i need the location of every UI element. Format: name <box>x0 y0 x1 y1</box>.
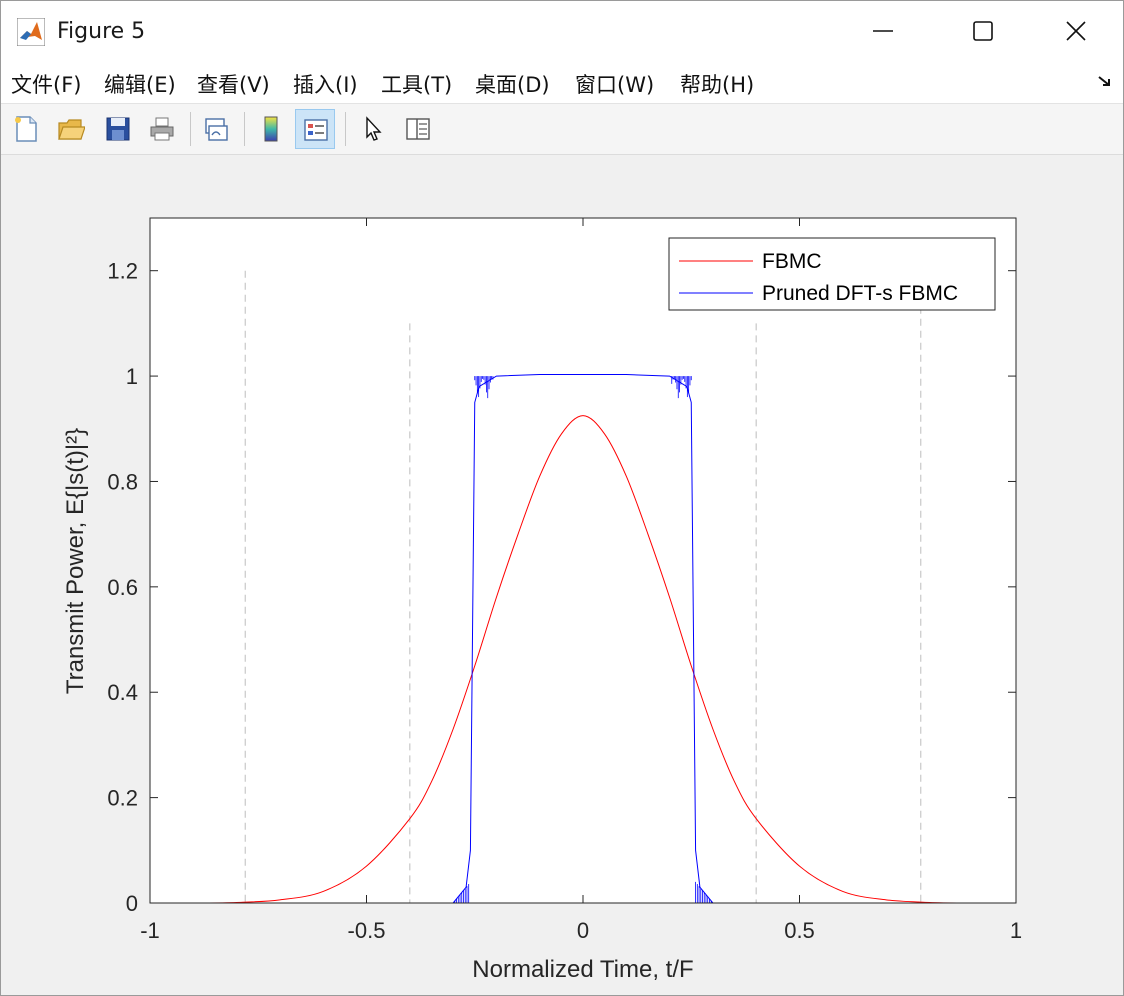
save-button[interactable] <box>98 109 138 149</box>
colorbar-icon <box>264 116 278 142</box>
dock-arrow-icon[interactable] <box>1097 73 1113 89</box>
edit-plot-button[interactable] <box>353 109 393 149</box>
y-tick-label: 0.8 <box>107 469 138 494</box>
new-file-icon <box>15 116 37 142</box>
toolbar-separator <box>345 112 346 146</box>
close-button[interactable] <box>1044 1 1108 61</box>
y-tick-label: 0.6 <box>107 575 138 600</box>
new-figure-button[interactable] <box>6 109 46 149</box>
minimize-button[interactable] <box>851 1 915 61</box>
close-icon <box>1066 21 1086 41</box>
open-file-button[interactable] <box>51 109 91 149</box>
colorbar-button[interactable] <box>251 109 291 149</box>
window-title: Figure 5 <box>57 19 146 44</box>
x-axis-label: Normalized Time, t/F <box>472 956 693 983</box>
menu-insert[interactable]: 插入(I) <box>293 69 358 99</box>
menu-desktop[interactable]: 桌面(D) <box>475 69 550 99</box>
save-disk-icon <box>106 117 130 141</box>
legend[interactable]: FBMC Pruned DFT-s FBMC <box>668 237 996 311</box>
property-inspector-button[interactable] <box>398 109 438 149</box>
menu-window[interactable]: 窗口(W) <box>575 69 654 99</box>
figure-canvas[interactable]: -1 -0.5 0 0.5 1 0 0.2 0.4 0.6 0.8 1 1.2 Normalized… <box>1 155 1123 995</box>
menu-view[interactable]: 查看(V) <box>197 69 270 99</box>
menu-edit[interactable]: 编辑(E) <box>104 69 176 99</box>
y-tick-label: 1 <box>126 364 138 389</box>
y-tick-label: 0 <box>126 891 138 916</box>
maximize-button[interactable] <box>951 1 1015 61</box>
menu-help[interactable]: 帮助(H) <box>680 69 754 99</box>
minimize-icon <box>873 30 893 32</box>
toolbar-separator <box>244 112 245 146</box>
x-tick-label: 0.5 <box>784 918 815 943</box>
menu-file[interactable]: 文件(F) <box>11 69 81 99</box>
y-axis-label: Transmit Power, E{|s(t)|²} <box>62 428 89 694</box>
print-button[interactable] <box>142 109 182 149</box>
pointer-arrow-icon <box>366 116 382 141</box>
axes-background <box>150 218 1016 903</box>
title-bar[interactable]: Figure 5 <box>1 1 1123 61</box>
link-plot-icon <box>205 118 228 141</box>
chart-svg[interactable]: -1 -0.5 0 0.5 1 0 0.2 0.4 0.6 0.8 1 1.2 Normalized… <box>1 155 1123 995</box>
maximize-icon <box>973 21 993 41</box>
menu-bar: 文件(F) 编辑(E) 查看(V) 插入(I) 工具(T) 桌面(D) 窗口(W… <box>1 61 1123 104</box>
legend-button[interactable] <box>295 109 335 149</box>
property-inspector-icon <box>406 118 430 140</box>
x-tick-label: 0 <box>577 918 589 943</box>
y-tick-label: 0.2 <box>107 786 138 811</box>
x-tick-label: 1 <box>1010 918 1022 943</box>
link-plot-button[interactable] <box>196 109 236 149</box>
y-tick-label: 1.2 <box>107 259 138 284</box>
legend-label-pruned: Pruned DFT-s FBMC <box>762 282 958 305</box>
menu-tools[interactable]: 工具(T) <box>381 69 452 99</box>
x-tick-label: -0.5 <box>348 918 386 943</box>
legend-icon <box>304 119 328 141</box>
toolbar-separator <box>190 112 191 146</box>
figure-window: Figure 5 文件(F) 编辑(E) 查看(V) 插入(I) 工具(T) 桌… <box>0 0 1124 996</box>
folder-open-icon <box>58 119 85 140</box>
legend-label-fbmc: FBMC <box>762 250 822 273</box>
printer-icon <box>150 117 174 141</box>
y-tick-label: 0.4 <box>107 680 138 705</box>
x-tick-label: -1 <box>140 918 160 943</box>
matlab-logo-icon <box>17 18 45 46</box>
figure-toolbar <box>1 104 1123 155</box>
